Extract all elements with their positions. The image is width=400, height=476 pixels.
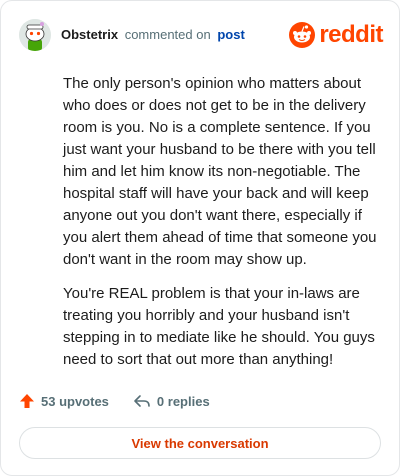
username-link[interactable]: Obstetrix bbox=[61, 27, 118, 42]
reply-button[interactable]: 0 replies bbox=[133, 393, 210, 409]
view-conversation-label: View the conversation bbox=[131, 435, 269, 451]
reddit-wordmark: reddit bbox=[319, 21, 383, 48]
view-conversation-button[interactable]: View the conversation bbox=[19, 427, 381, 459]
user-avatar-icon[interactable] bbox=[19, 19, 51, 51]
reddit-brand[interactable]: reddit bbox=[289, 22, 383, 48]
comment-paragraph: You're REAL problem is that your in-laws… bbox=[63, 285, 375, 368]
comment-paragraph: The only person's opinion who matters ab… bbox=[63, 75, 377, 268]
action-text: commented on bbox=[124, 27, 211, 42]
comment-body: The only person's opinion who matters ab… bbox=[63, 73, 381, 383]
comment-embed-card: Obstetrix commented on post reddit The o… bbox=[0, 0, 400, 476]
upvote-button[interactable]: 53 upvotes bbox=[19, 393, 109, 409]
reply-arrow-icon bbox=[134, 395, 150, 407]
post-link[interactable]: post bbox=[217, 27, 244, 42]
upvote-count: 53 upvotes bbox=[41, 393, 109, 409]
upvote-arrow-icon bbox=[20, 394, 34, 408]
comment-meta: Obstetrix commented on post bbox=[61, 27, 245, 43]
reply-count: 0 replies bbox=[156, 393, 210, 409]
comment-actions: 53 upvotes 0 replies bbox=[19, 393, 234, 409]
comment-header: Obstetrix commented on post reddit bbox=[19, 17, 383, 53]
reddit-logo-icon bbox=[289, 22, 316, 48]
